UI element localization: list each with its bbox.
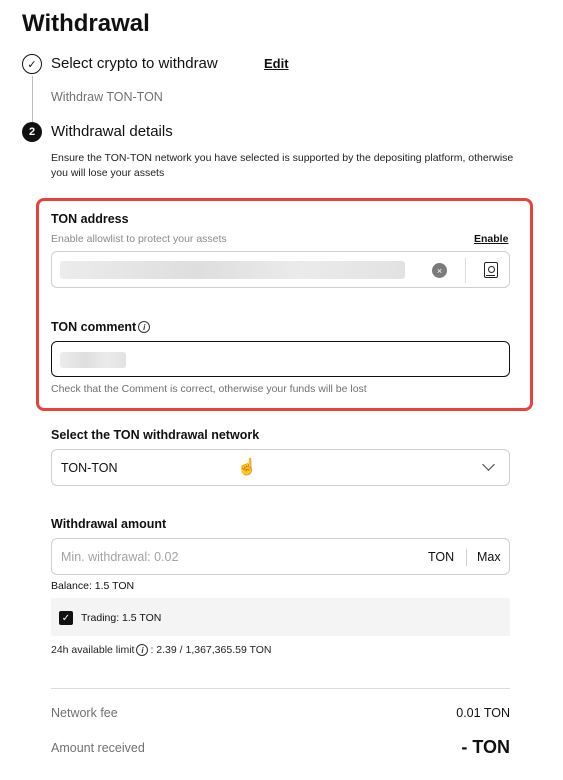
- limit-row: 24h available limit i : 2.39 / 1,367,365…: [51, 644, 272, 656]
- step1-check-icon: ✓: [22, 54, 42, 74]
- amount-placeholder: Min. withdrawal: 0.02: [61, 550, 179, 564]
- comment-label-group: TON comment i: [51, 320, 151, 334]
- page-title: Withdrawal: [22, 10, 150, 37]
- selected-crypto: Withdraw TON-TON: [51, 90, 163, 104]
- allowlist-hint: Enable allowlist to protect your assets: [51, 233, 227, 245]
- fee-label: Network fee: [51, 706, 118, 720]
- max-button[interactable]: Max: [477, 550, 501, 564]
- trading-checkbox[interactable]: ✓: [59, 611, 73, 625]
- highlight-box: [36, 198, 533, 411]
- hand-cursor-icon: ☝: [237, 459, 257, 476]
- clear-icon[interactable]: ×: [432, 263, 447, 278]
- address-redacted-value: [60, 261, 405, 279]
- comment-input[interactable]: [51, 341, 510, 377]
- amount-unit: TON: [428, 550, 455, 564]
- limit-label: 24h available limit: [51, 644, 135, 656]
- limit-value: : 2.39 / 1,367,365.59 TON: [150, 644, 272, 656]
- network-value: TON-TON: [61, 461, 118, 475]
- step1-title: Select crypto to withdraw: [51, 55, 218, 72]
- trading-account-row: ✓ Trading: 1.5 TON: [51, 598, 510, 636]
- comment-label: TON comment: [51, 320, 137, 334]
- trading-balance: Trading: 1.5 TON: [81, 612, 162, 624]
- fee-value: 0.01 TON: [456, 706, 510, 720]
- step2-number: 2: [22, 122, 42, 142]
- limit-info-icon[interactable]: i: [136, 644, 149, 656]
- address-book-icon[interactable]: [484, 262, 498, 278]
- network-warning: Ensure the TON-TON network you have sele…: [51, 152, 514, 179]
- balance-text: Balance: 1.5 TON: [51, 580, 135, 592]
- amount-input[interactable]: Min. withdrawal: 0.02 TON Max: [51, 538, 510, 575]
- address-label: TON address: [51, 212, 129, 226]
- step2-title: Withdrawal details: [51, 123, 173, 140]
- edit-crypto-link[interactable]: Edit: [264, 56, 289, 71]
- step-connector: [32, 76, 33, 122]
- amount-label: Withdrawal amount: [51, 517, 167, 531]
- comment-redacted-value: [60, 352, 126, 368]
- info-icon[interactable]: i: [138, 321, 151, 333]
- address-input[interactable]: ×: [51, 251, 510, 288]
- received-value: - TON: [461, 737, 510, 757]
- network-label: Select the TON withdrawal network: [51, 428, 260, 442]
- comment-hint: Check that the Comment is correct, other…: [51, 383, 367, 395]
- enable-allowlist-link[interactable]: Enable: [474, 233, 508, 245]
- chevron-down-icon: [482, 458, 495, 471]
- received-label: Amount received: [51, 741, 145, 755]
- network-select[interactable]: TON-TON: [51, 449, 510, 486]
- summary-divider: [51, 688, 510, 689]
- field-divider: [465, 258, 466, 283]
- amount-divider: [466, 549, 467, 566]
